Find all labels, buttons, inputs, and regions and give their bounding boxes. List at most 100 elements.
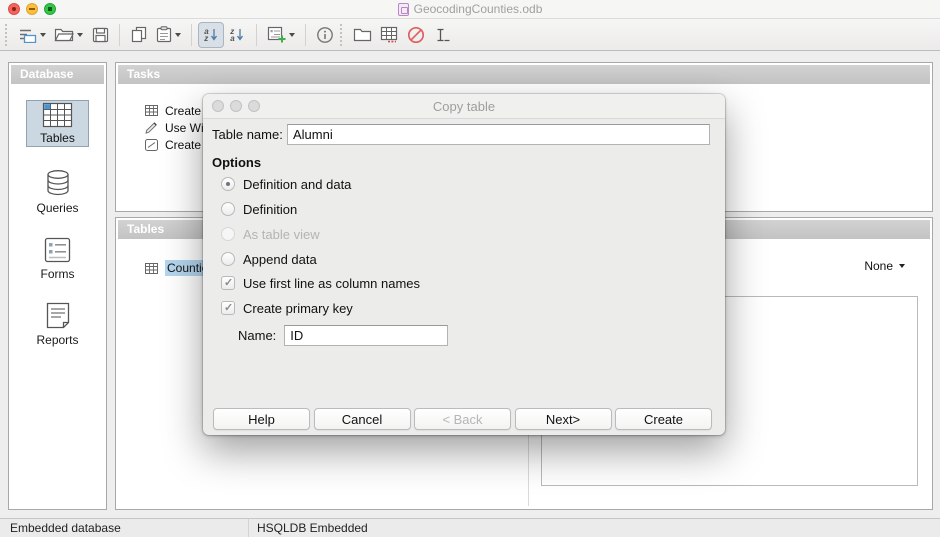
info-icon [316, 26, 334, 44]
edit-table-icon [380, 26, 399, 43]
status-driver: HSQLDB Embedded [249, 521, 368, 535]
sidebar-item-label: Forms [41, 267, 75, 281]
reports-icon [46, 302, 70, 329]
sidebar-item-forms[interactable]: Forms [9, 237, 106, 281]
dialog-close-button[interactable] [212, 100, 224, 112]
radio-append-data[interactable]: Append data [221, 251, 317, 267]
radio-icon [221, 227, 235, 241]
chevron-down-icon [40, 33, 46, 37]
primary-key-name-row: Name: [238, 325, 448, 346]
delete-object-button[interactable] [403, 22, 429, 48]
radio-label: Append data [243, 252, 317, 267]
copy-table-dialog: Copy table Table name: Options Definitio… [203, 94, 725, 435]
new-form-icon [267, 26, 286, 43]
database-sidebar: Database Tables Queries Forms Reports [8, 62, 107, 510]
delete-icon [407, 26, 425, 44]
radio-as-table-view: As table view [221, 226, 320, 242]
radio-definition-and-data[interactable]: Definition and data [221, 176, 351, 192]
toolbar-grip [340, 24, 345, 46]
status-database-type: Embedded database [0, 521, 248, 535]
copy-icon [131, 26, 147, 43]
sort-ascending-icon: az [204, 28, 208, 42]
toolbar-grip [5, 24, 10, 46]
toolbar-separator [191, 24, 192, 46]
sort-descending-button[interactable]: za [224, 22, 250, 48]
folder-icon [353, 27, 372, 42]
chevron-down-icon [175, 33, 181, 37]
sidebar-item-reports[interactable]: Reports [9, 302, 106, 347]
table-name-input[interactable] [287, 124, 710, 145]
save-button[interactable] [87, 22, 113, 48]
table-icon [145, 105, 158, 116]
new-form-button[interactable] [263, 22, 299, 48]
copy-button[interactable] [126, 22, 152, 48]
queries-icon [45, 169, 71, 197]
table-icon [145, 263, 158, 274]
radio-icon [221, 252, 235, 266]
toolbar-separator [256, 24, 257, 46]
sidebar-item-queries[interactable]: Queries [9, 169, 106, 215]
back-button[interactable]: < Back [414, 408, 511, 430]
view-switch-icon [18, 27, 37, 43]
help-button[interactable]: Help [213, 408, 310, 430]
dialog-button-row: Help Cancel < Back Next> Create [213, 408, 712, 430]
checkbox-create-primary-key[interactable]: Create primary key [221, 300, 353, 316]
sidebar-item-tables[interactable]: Tables [26, 100, 89, 147]
save-icon [92, 27, 109, 43]
next-button[interactable]: Next> [515, 408, 612, 430]
primary-key-name-input[interactable] [284, 325, 448, 346]
view-switch-button[interactable] [14, 22, 50, 48]
sidebar-header: Database [11, 65, 104, 84]
tables-icon [42, 102, 73, 128]
sidebar-item-label: Queries [36, 201, 78, 215]
view-icon [145, 139, 158, 151]
preview-dropdown[interactable]: None [864, 259, 905, 273]
checkbox-label: Use first line as column names [243, 276, 420, 291]
radio-label: Definition and data [243, 177, 351, 192]
wizard-icon [145, 122, 158, 134]
chevron-down-icon [899, 264, 905, 268]
primary-key-name-label: Name: [238, 328, 276, 343]
sort-descending-icon: za [230, 28, 234, 42]
radio-label: As table view [243, 227, 320, 242]
dialog-title: Copy table [203, 94, 725, 119]
edit-object-button[interactable] [376, 22, 403, 48]
rename-icon [434, 27, 451, 43]
sidebar-item-label: Tables [40, 131, 75, 145]
sort-ascending-button[interactable]: az [198, 22, 224, 48]
window-titlebar: GeocodingCounties.odb [0, 0, 940, 19]
base-document-icon [398, 3, 409, 16]
cancel-button[interactable]: Cancel [314, 408, 411, 430]
checkbox-icon [221, 276, 235, 290]
checkbox-icon [221, 301, 235, 315]
window-title: GeocodingCounties.odb [414, 2, 543, 16]
dialog-zoom-button[interactable] [248, 100, 260, 112]
open-document-button[interactable] [50, 22, 87, 48]
create-button[interactable]: Create [615, 408, 712, 430]
dialog-minimize-button[interactable] [230, 100, 242, 112]
paste-icon [156, 26, 172, 43]
chevron-down-icon [289, 33, 295, 37]
paste-button[interactable] [152, 22, 185, 48]
radio-label: Definition [243, 202, 297, 217]
chevron-down-icon [77, 33, 83, 37]
status-bar: Embedded database HSQLDB Embedded [0, 518, 940, 537]
toolbar-separator [119, 24, 120, 46]
checkbox-label: Create primary key [243, 301, 353, 316]
dialog-titlebar: Copy table [203, 94, 725, 119]
rename-object-button[interactable] [429, 22, 455, 48]
info-button[interactable] [312, 22, 338, 48]
open-object-button[interactable] [349, 22, 376, 48]
options-header: Options [212, 155, 261, 170]
window-title-area: GeocodingCounties.odb [0, 0, 940, 18]
tasks-header: Tasks [118, 65, 930, 84]
preview-dropdown-label: None [864, 259, 893, 273]
radio-icon [221, 202, 235, 216]
toolbar-separator [305, 24, 306, 46]
radio-definition[interactable]: Definition [221, 201, 297, 217]
checkbox-first-line-column-names[interactable]: Use first line as column names [221, 275, 420, 291]
forms-icon [44, 237, 71, 263]
main-toolbar: az za [0, 19, 940, 51]
sidebar-item-label: Reports [36, 333, 78, 347]
table-name-row: Table name: [212, 124, 710, 145]
